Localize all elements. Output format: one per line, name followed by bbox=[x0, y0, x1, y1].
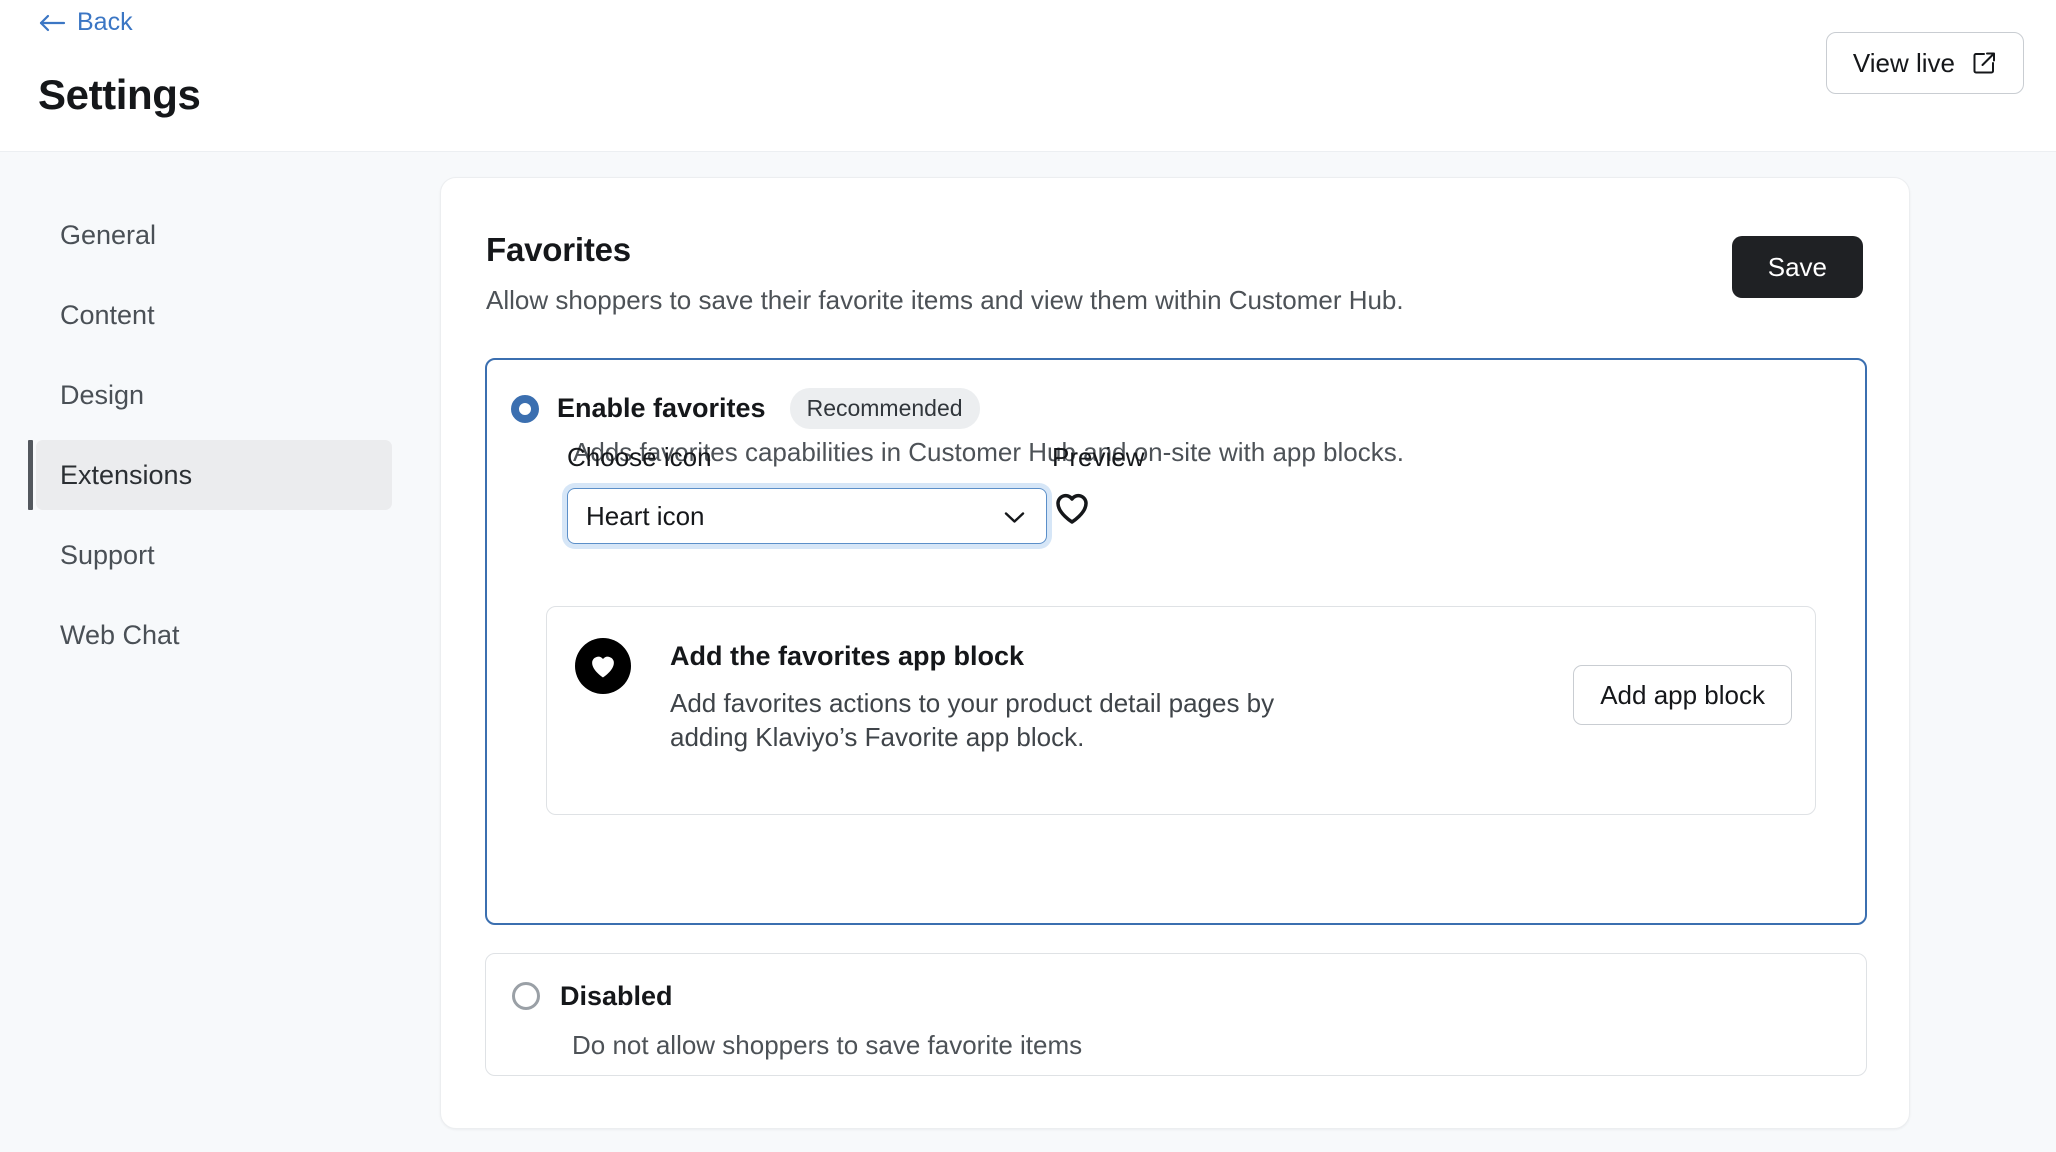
preview-label: Preview bbox=[1052, 442, 1145, 472]
card-header: Favorites Allow shoppers to save their f… bbox=[486, 231, 1404, 316]
choose-icon-label: Choose icon bbox=[567, 442, 712, 472]
enable-favorites-radio-row[interactable]: Enable favorites Recommended bbox=[511, 388, 980, 429]
enable-favorites-panel[interactable]: Enable favorites Recommended Adds favori… bbox=[485, 358, 1867, 925]
sidebar-item-label: Design bbox=[60, 379, 145, 410]
sidebar-item-content[interactable]: Content bbox=[36, 280, 392, 350]
settings-sidebar: General Content Design Extensions Suppor… bbox=[0, 152, 420, 680]
disabled-description: Do not allow shoppers to save favorite i… bbox=[572, 1030, 1083, 1060]
sidebar-item-label: Support bbox=[60, 539, 155, 570]
disabled-radio-row[interactable]: Disabled bbox=[512, 982, 673, 1010]
page-title: Settings bbox=[38, 71, 201, 118]
choose-icon-select-box[interactable]: Heart icon bbox=[567, 488, 1047, 544]
favorites-settings-card: Favorites Allow shoppers to save their f… bbox=[440, 177, 1910, 1129]
sidebar-item-label: Extensions bbox=[60, 459, 193, 490]
app-block-card: Add the favorites app block Add favorite… bbox=[546, 606, 1816, 815]
view-live-button[interactable]: View live bbox=[1825, 32, 2024, 94]
radio-disabled[interactable] bbox=[512, 982, 540, 1010]
sidebar-item-label: Content bbox=[60, 299, 155, 330]
sidebar-item-extensions[interactable]: Extensions bbox=[28, 440, 392, 510]
heart-filled-circle-icon bbox=[575, 638, 631, 694]
chevron-down-icon bbox=[1001, 503, 1028, 530]
settings-page: Back Settings View live General Content … bbox=[0, 0, 2056, 1152]
back-label: Back bbox=[77, 8, 133, 36]
view-live-label: View live bbox=[1852, 47, 1955, 78]
sidebar-item-web-chat[interactable]: Web Chat bbox=[36, 600, 392, 670]
back-link[interactable]: Back bbox=[38, 10, 133, 35]
heart-outline-icon bbox=[1052, 488, 1092, 528]
recommended-badge: Recommended bbox=[789, 388, 980, 429]
sidebar-item-support[interactable]: Support bbox=[36, 520, 392, 590]
app-block-description: Add favorites actions to your product de… bbox=[670, 688, 1275, 752]
card-title: Favorites bbox=[486, 231, 631, 268]
card-subtitle: Allow shoppers to save their favorite it… bbox=[486, 284, 1404, 315]
choose-icon-select[interactable]: Heart icon bbox=[567, 488, 1047, 544]
radio-enable-favorites[interactable] bbox=[511, 394, 539, 423]
arrow-left-icon bbox=[38, 12, 66, 34]
external-link-icon bbox=[1971, 50, 1997, 76]
disabled-label: Disabled bbox=[560, 980, 673, 1011]
save-button[interactable]: Save bbox=[1731, 236, 1863, 298]
sidebar-item-general[interactable]: General bbox=[36, 200, 392, 270]
page-header: Back Settings View live bbox=[0, 0, 2056, 152]
sidebar-item-label: Web Chat bbox=[60, 619, 180, 650]
enable-favorites-label: Enable favorites bbox=[557, 393, 766, 423]
sidebar-item-design[interactable]: Design bbox=[36, 360, 392, 430]
disabled-option-panel[interactable]: Disabled Do not allow shoppers to save f… bbox=[485, 953, 1867, 1076]
sidebar-item-label: General bbox=[60, 219, 157, 250]
choose-icon-select-value: Heart icon bbox=[586, 500, 705, 531]
add-app-block-button[interactable]: Add app block bbox=[1573, 665, 1792, 725]
app-block-title: Add the favorites app block bbox=[670, 641, 1025, 671]
